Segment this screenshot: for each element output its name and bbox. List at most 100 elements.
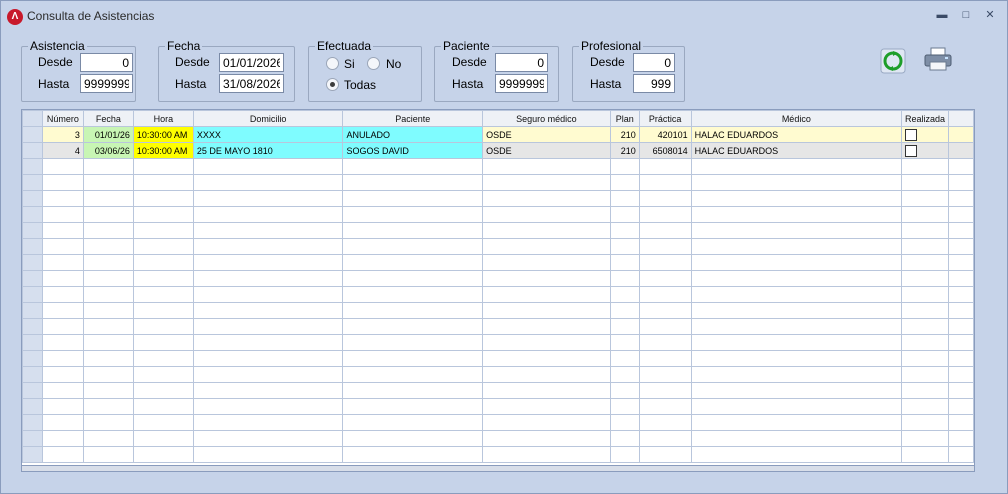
cell-realizada[interactable]: [900, 350, 950, 367]
cell-medico[interactable]: [690, 446, 903, 463]
cell-seguro[interactable]: [482, 334, 611, 351]
row-indicator[interactable]: [22, 126, 43, 143]
cell-hora[interactable]: [132, 430, 194, 447]
col-header-practica[interactable]: Práctica: [638, 110, 692, 127]
cell-realizada[interactable]: [900, 174, 950, 191]
cell-seguro[interactable]: [482, 414, 611, 431]
cell-fecha[interactable]: [82, 382, 134, 399]
cell-plan[interactable]: [609, 334, 640, 351]
row-indicator[interactable]: [22, 430, 43, 447]
cell-hora[interactable]: [132, 174, 194, 191]
cell-fecha[interactable]: [82, 334, 134, 351]
cell-domicilio[interactable]: [192, 206, 344, 223]
cell-paciente[interactable]: ANULADO: [342, 126, 484, 143]
cell-domicilio[interactable]: [192, 366, 344, 383]
cell-seguro[interactable]: [482, 350, 611, 367]
cell-medico[interactable]: [690, 366, 903, 383]
cell-realizada[interactable]: [900, 286, 950, 303]
cell-practica[interactable]: [638, 206, 692, 223]
efectuada-no-radio[interactable]: [367, 57, 380, 70]
cell-hora[interactable]: 10:30:00 AM: [132, 126, 194, 143]
row-indicator[interactable]: [22, 206, 43, 223]
cell-numero[interactable]: [41, 366, 84, 383]
cell-numero[interactable]: [41, 206, 84, 223]
cell-hora[interactable]: [132, 414, 194, 431]
cell-domicilio[interactable]: [192, 382, 344, 399]
cell-seguro[interactable]: [482, 270, 611, 287]
cell-hora[interactable]: [132, 222, 194, 239]
cell-fecha[interactable]: [82, 302, 134, 319]
cell-numero[interactable]: [41, 286, 84, 303]
cell-numero[interactable]: 3: [41, 126, 84, 143]
cell-hora[interactable]: [132, 206, 194, 223]
cell-plan[interactable]: [609, 174, 640, 191]
table-row[interactable]: [22, 318, 974, 335]
cell-seguro[interactable]: [482, 430, 611, 447]
col-header-seguro[interactable]: Seguro médico: [482, 110, 611, 127]
cell-medico[interactable]: [690, 238, 903, 255]
cell-seguro[interactable]: [482, 446, 611, 463]
cell-seguro[interactable]: [482, 222, 611, 239]
row-indicator[interactable]: [22, 286, 43, 303]
table-row[interactable]: [22, 302, 974, 319]
fecha-hasta-input[interactable]: [219, 74, 284, 93]
cell-domicilio[interactable]: [192, 270, 344, 287]
col-header-fecha[interactable]: Fecha: [82, 110, 134, 127]
cell-medico[interactable]: [690, 318, 903, 335]
cell-domicilio[interactable]: [192, 350, 344, 367]
cell-practica[interactable]: 6508014: [638, 142, 692, 159]
cell-seguro[interactable]: [482, 238, 611, 255]
cell-domicilio[interactable]: [192, 174, 344, 191]
cell-fecha[interactable]: [82, 414, 134, 431]
row-indicator[interactable]: [22, 238, 43, 255]
col-header-domicilio[interactable]: Domicilio: [192, 110, 344, 127]
cell-numero[interactable]: [41, 254, 84, 271]
cell-practica[interactable]: [638, 270, 692, 287]
row-indicator[interactable]: [22, 318, 43, 335]
cell-hora[interactable]: [132, 286, 194, 303]
cell-medico[interactable]: [690, 334, 903, 351]
cell-fecha[interactable]: [82, 158, 134, 175]
cell-realizada[interactable]: [900, 382, 950, 399]
cell-paciente[interactable]: [342, 158, 484, 175]
cell-hora[interactable]: [132, 190, 194, 207]
cell-domicilio[interactable]: [192, 238, 344, 255]
cell-realizada[interactable]: [900, 430, 950, 447]
cell-paciente[interactable]: [342, 190, 484, 207]
table-row[interactable]: [22, 334, 974, 351]
cell-practica[interactable]: [638, 382, 692, 399]
assistances-grid[interactable]: Número Fecha Hora Domicilio Paciente Seg…: [21, 109, 975, 466]
cell-domicilio[interactable]: [192, 286, 344, 303]
row-indicator[interactable]: [22, 158, 43, 175]
col-header-plan[interactable]: Plan: [609, 110, 640, 127]
col-header-medico[interactable]: Médico: [690, 110, 903, 127]
cell-fecha[interactable]: [82, 238, 134, 255]
close-icon[interactable]: ✕: [982, 8, 998, 22]
cell-plan[interactable]: [609, 366, 640, 383]
row-indicator[interactable]: [22, 398, 43, 415]
cell-realizada[interactable]: [900, 206, 950, 223]
cell-medico[interactable]: [690, 286, 903, 303]
cell-plan[interactable]: [609, 318, 640, 335]
paciente-hasta-input[interactable]: [495, 74, 548, 93]
cell-numero[interactable]: [41, 398, 84, 415]
cell-practica[interactable]: [638, 430, 692, 447]
cell-hora[interactable]: [132, 254, 194, 271]
cell-plan[interactable]: [609, 398, 640, 415]
cell-medico[interactable]: HALAC EDUARDOS: [690, 126, 903, 143]
cell-hora[interactable]: [132, 302, 194, 319]
cell-plan[interactable]: 210: [609, 142, 640, 159]
cell-realizada[interactable]: [900, 238, 950, 255]
row-indicator[interactable]: [22, 174, 43, 191]
cell-seguro[interactable]: [482, 174, 611, 191]
cell-domicilio[interactable]: [192, 254, 344, 271]
cell-realizada[interactable]: [900, 254, 950, 271]
col-header-paciente[interactable]: Paciente: [342, 110, 484, 127]
cell-hora[interactable]: [132, 398, 194, 415]
cell-practica[interactable]: [638, 446, 692, 463]
cell-numero[interactable]: [41, 190, 84, 207]
cell-practica[interactable]: 420101: [638, 126, 692, 143]
cell-domicilio[interactable]: [192, 158, 344, 175]
table-row[interactable]: [22, 190, 974, 207]
cell-hora[interactable]: [132, 366, 194, 383]
